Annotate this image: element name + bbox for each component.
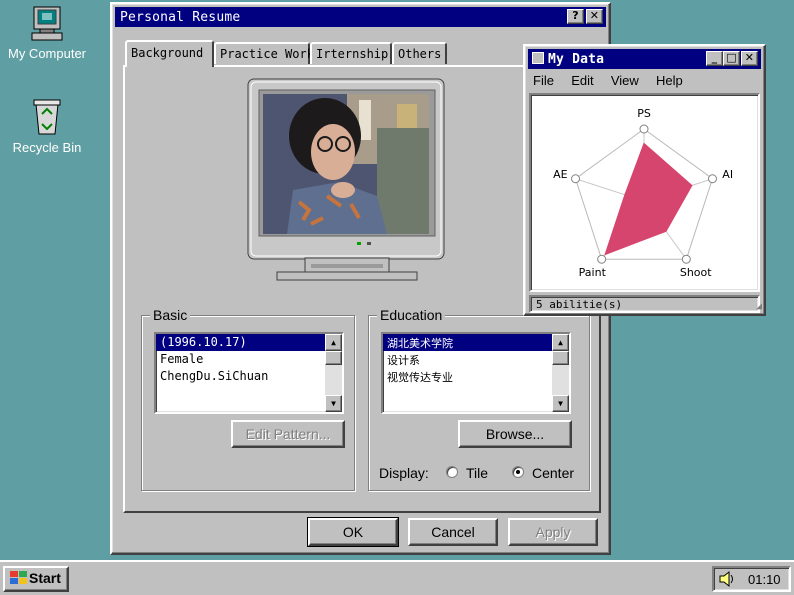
education-group-title: Education (377, 307, 446, 323)
list-item[interactable]: 设计系 (383, 351, 569, 368)
tab-label: Others (398, 47, 442, 61)
menu-file[interactable]: File (533, 73, 554, 88)
center-radio-label[interactable]: Center (532, 465, 574, 481)
maximize-button[interactable]: □ (723, 51, 740, 66)
desktop-icon-label: Recycle Bin (12, 140, 82, 155)
status-text: 5 abilitie(s) (536, 298, 623, 311)
dialog-titlebar[interactable]: Personal Resume ? ✕ (115, 7, 606, 27)
close-button[interactable]: ✕ (741, 51, 758, 66)
monitor-preview (247, 78, 445, 281)
my-data-title: My Data (548, 52, 605, 67)
cancel-button[interactable]: Cancel (408, 518, 498, 546)
list-item[interactable]: Female (156, 351, 342, 368)
edit-pattern-button[interactable]: Edit Pattern... (231, 420, 345, 448)
browse-button[interactable]: Browse... (458, 420, 572, 448)
radar-chart: PS AI Shoot Paint AE (553, 107, 733, 279)
help-button[interactable]: ? (567, 9, 584, 24)
clock: 01:10 (748, 572, 781, 587)
tile-radio-label[interactable]: Tile (466, 465, 488, 481)
taskbar: Start 01:10 (0, 560, 794, 595)
windows-logo-icon (10, 571, 27, 584)
list-item[interactable]: ChengDu.SiChuan (156, 368, 342, 385)
vertical-scrollbar[interactable]: ▲ ▼ (552, 334, 569, 412)
system-tray: 01:10 (712, 566, 791, 592)
scroll-up-button[interactable]: ▲ (552, 334, 569, 351)
my-data-titlebar[interactable]: My Data _ □ ✕ (528, 49, 761, 69)
education-group: Education 湖北美术学院 设计系 视觉传达专业 ▲ ▼ Browse..… (368, 307, 590, 491)
tab-practice-work[interactable]: Practice Work (214, 42, 314, 64)
menu-edit[interactable]: Edit (571, 73, 593, 88)
basic-group: Basic (1996.10.17) Female ChengDu.SiChua… (141, 307, 355, 491)
tab-label: Irternship (316, 47, 389, 61)
tab-internship[interactable]: Irternship (310, 42, 392, 64)
apply-button[interactable]: Apply (508, 518, 598, 546)
radar-axis-label: AI (722, 168, 733, 181)
tile-radio[interactable] (446, 466, 458, 478)
radar-axis-label: Shoot (680, 266, 712, 279)
scroll-down-button[interactable]: ▼ (552, 395, 569, 412)
chart-area: PS AI Shoot Paint AE (529, 93, 760, 292)
status-bar: 5 abilitie(s) (529, 295, 760, 313)
profile-photo (263, 94, 429, 234)
basic-group-title: Basic (150, 307, 191, 323)
list-item[interactable]: 湖北美术学院 (383, 334, 569, 351)
scroll-thumb[interactable] (325, 351, 342, 365)
vertical-scrollbar[interactable]: ▲ ▼ (325, 334, 342, 412)
list-item[interactable]: 视觉传达专业 (383, 368, 569, 385)
my-data-window: My Data _ □ ✕ File Edit View Help PS AI Sh… (523, 44, 766, 316)
tab-others[interactable]: Others (392, 42, 447, 64)
minimize-button[interactable]: _ (706, 51, 723, 66)
radar-axis-point (571, 174, 581, 184)
scroll-up-button[interactable]: ▲ (325, 334, 342, 351)
desktop-icon-label: My Computer (7, 46, 87, 61)
radar-axis-label: PS (637, 107, 651, 120)
computer-icon (31, 6, 63, 41)
radar-series-area (604, 142, 693, 256)
menu-help[interactable]: Help (656, 73, 683, 88)
radar-axis-point (707, 174, 717, 184)
start-label: Start (29, 570, 61, 586)
education-listbox[interactable]: 湖北美术学院 设计系 视觉传达专业 ▲ ▼ (381, 332, 571, 414)
display-label: Display: (379, 465, 429, 481)
speaker-icon[interactable] (718, 570, 736, 588)
radar-axis-label: AE (553, 168, 568, 181)
basic-listbox[interactable]: (1996.10.17) Female ChengDu.SiChuan ▲ ▼ (154, 332, 344, 414)
app-icon (532, 52, 544, 64)
center-radio[interactable] (512, 466, 524, 478)
menu-bar: File Edit View Help (533, 73, 693, 91)
scroll-down-button[interactable]: ▼ (325, 395, 342, 412)
close-button[interactable]: ✕ (586, 9, 603, 24)
radar-axis-point (597, 254, 607, 264)
tab-background[interactable]: Background (125, 40, 214, 67)
tab-label: Background (131, 46, 204, 60)
menu-view[interactable]: View (611, 73, 639, 88)
desktop-icon-my-computer[interactable]: My Computer (2, 6, 92, 61)
resize-grip-icon[interactable]: ◢ (756, 301, 762, 312)
scroll-thumb[interactable] (552, 351, 569, 365)
radar-axis-label: Paint (579, 266, 607, 279)
ok-button[interactable]: OK (307, 517, 399, 547)
tab-label: Practice Work (220, 47, 314, 61)
radar-axis-point (639, 124, 649, 134)
desktop-icon-recycle-bin[interactable]: Recycle Bin (2, 96, 92, 155)
radar-axis-point (681, 254, 691, 264)
dialog-title: Personal Resume (120, 10, 241, 25)
recycle-bin-icon (33, 99, 61, 135)
list-item[interactable]: (1996.10.17) (156, 334, 342, 351)
start-button[interactable]: Start (3, 566, 69, 592)
